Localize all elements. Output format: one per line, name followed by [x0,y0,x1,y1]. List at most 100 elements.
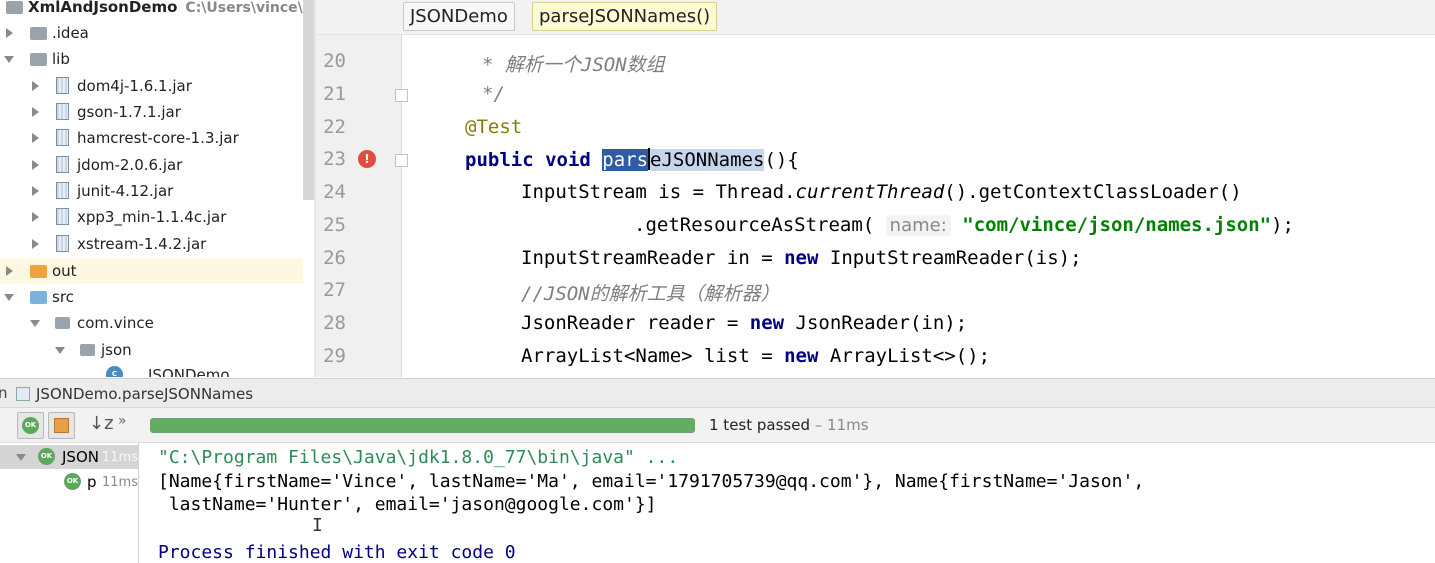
code-editor[interactable]: JSONDemo parseJSONNames() 20 21 22 23 24… [316,0,1435,377]
code-text: JsonReader reader = [521,312,750,334]
test-class-name[interactable]: JSON [62,448,99,466]
chevron-right-icon[interactable] [32,107,39,117]
console-output[interactable]: "C:\Program Files\Java\jdk1.8.0_77\bin\j… [140,443,1435,563]
console-exit-line: Process finished with exit code 0 [158,542,516,563]
line-number: 23 [323,148,346,170]
tree-item-jar[interactable]: xstream-1.4.2.jar [0,231,303,257]
text-cursor-icon: I [312,515,323,536]
fold-icon[interactable] [395,89,408,102]
chevron-down-icon[interactable] [4,294,14,301]
jar-icon [56,182,69,199]
line-number: 26 [323,247,346,269]
code-text: JsonReader(in); [784,312,968,334]
line-number: 22 [323,116,346,138]
jar-icon [56,129,69,146]
code-text: currentThread [795,181,945,203]
code-text: InputStreamReader(is); [818,247,1082,269]
tree-item-label: src [52,288,74,306]
module-folder-icon [6,1,23,14]
chevron-right-icon[interactable] [32,239,39,249]
chevron-right-icon[interactable] [6,266,13,276]
sort-icon[interactable]: ↓z [89,413,114,434]
folder-icon [30,53,47,66]
breadcrumb-class[interactable]: JSONDemo [403,2,515,31]
line-number: 25 [323,214,346,236]
tree-item-jar[interactable]: hamcrest-core-1.3.jar [0,125,303,151]
tree-item-label: xstream-1.4.2.jar [77,235,207,253]
show-passed-button[interactable]: OK [17,412,44,439]
project-tree: XmlAndJsonDemoC:\Users\vince\Ide .idea l… [0,0,303,377]
tree-item-label: dom4j-1.6.1.jar [77,77,192,95]
jar-icon [56,208,69,225]
code-line-23: public void pars eJSONNames(){ [465,148,799,171]
tree-item-jar[interactable]: junit-4.12.jar [0,178,303,204]
console-line: [Name{firstName='Vince', lastName='Ma', … [158,471,1145,492]
code-text: ().getContextClassLoader() [944,181,1242,203]
chevron-right-icon[interactable] [32,186,39,196]
tree-item-package[interactable]: json [0,337,303,363]
ok-icon: OK [22,417,39,434]
gutter-divider [401,35,402,377]
tree-item-package[interactable]: com.vince [0,310,303,336]
test-time: 11ms [102,450,138,465]
code-text: InputStreamReader in = [521,247,785,269]
test-status: 1 test passed – 11ms [709,416,869,434]
fold-icon[interactable] [395,154,408,167]
chevron-down-icon[interactable] [16,454,26,461]
package-icon [55,317,70,329]
chevron-right-icon[interactable] [32,212,39,222]
keyword: public void [465,149,603,171]
show-ignored-button[interactable] [48,412,75,439]
run-test-icon[interactable]: ! [358,150,376,168]
tree-item-jar[interactable]: dom4j-1.6.1.jar [0,73,303,99]
parameter-hint: name: [885,215,951,236]
run-label-fragment: n [0,384,8,402]
test-duration: – 11ms [809,416,869,434]
code-text: ArrayList<>(); [818,345,991,367]
test-method-name[interactable]: p [87,473,97,491]
run-tab-title[interactable]: JSONDemo.parseJSONNames [36,385,253,403]
chevron-down-icon[interactable] [30,320,40,327]
tree-item-jar[interactable]: xpp3_min-1.1.4c.jar [0,204,303,230]
string-literal: "com/vince/json/names.json" [962,214,1272,236]
code-text: ArrayList<Name> list = [521,345,785,367]
chevron-down-icon[interactable] [55,347,65,354]
chevron-right-icon[interactable] [32,133,39,143]
source-folder-icon [30,291,47,304]
project-scrollbar[interactable] [303,0,314,200]
tree-item-label: hamcrest-core-1.3.jar [77,129,239,147]
chevron-right-icon[interactable] [32,81,39,91]
tree-item-out[interactable]: out [0,258,303,284]
tree-item-label: lib [52,50,70,68]
keyword: new [749,312,785,334]
breadcrumb-method[interactable]: parseJSONNames() [532,2,718,31]
tree-item-label: out [52,262,77,280]
tree-item-label: junit-4.12.jar [77,182,174,200]
tree-item-jar[interactable]: gson-1.7.1.jar [0,99,303,125]
keyword: new [784,345,819,367]
tree-item-lib[interactable]: lib [0,46,303,72]
tree-item-src[interactable]: src [0,284,303,310]
code-line-25: .getResourceAsStream( name: "com/vince/j… [634,214,1294,236]
code-text: (){ [764,149,799,171]
line-number: 21 [323,83,346,105]
line-number: 28 [323,312,346,334]
tree-root-label: XmlAndJsonDemoC:\Users\vince\Ide [28,0,303,16]
test-status-text: 1 test passed [709,416,810,434]
tree-item-jar[interactable]: jdom-2.0.6.jar [0,152,303,178]
more-icon[interactable]: » [118,413,127,429]
tree-item-class[interactable]: C JSONDemo [0,362,303,377]
test-passed-icon: OK [64,473,81,490]
code-line-26: InputStreamReader in = new InputStreamRe… [521,247,1082,269]
chevron-down-icon[interactable] [4,56,14,63]
code-text: .getResourceAsStream( [634,214,875,236]
tree-root[interactable]: XmlAndJsonDemoC:\Users\vince\Ide [0,0,303,20]
code-line-20: * 解析一个JSON数组 [482,54,665,76]
list-icon [54,418,69,433]
selected-text: pars [602,149,649,171]
chevron-right-icon[interactable] [32,160,39,170]
tree-item-idea[interactable]: .idea [0,20,303,46]
line-number: 24 [323,181,346,203]
folder-icon [30,265,47,278]
chevron-right-icon[interactable] [6,28,13,38]
